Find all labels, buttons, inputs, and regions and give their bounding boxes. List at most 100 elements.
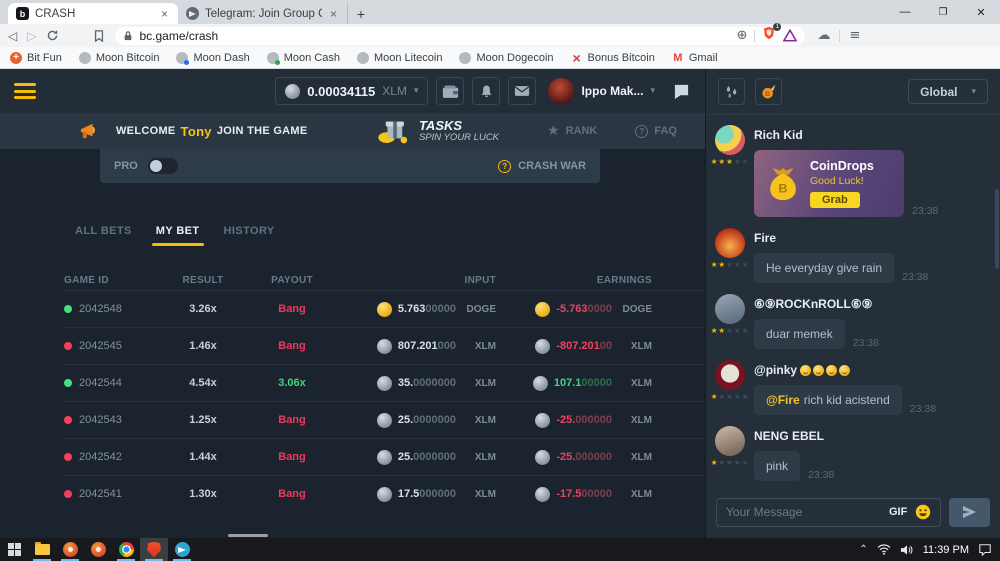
brave-shield-icon[interactable]: 1 — [762, 26, 776, 46]
rain-button[interactable] — [718, 78, 745, 105]
bet-tab[interactable]: HISTORY — [224, 225, 275, 246]
bookmark-item[interactable]: Moon Cash — [267, 52, 340, 64]
folder-icon — [35, 544, 50, 555]
bookmark-icon[interactable] — [93, 29, 105, 43]
chat-username[interactable]: Fire — [754, 231, 776, 245]
bookmarks-bar: Bit Fun Moon Bitcoin Moon Dash Moon Cash… — [0, 47, 1000, 69]
rank-link[interactable]: ★ RANK — [547, 123, 597, 139]
new-tab-button[interactable]: + — [348, 3, 374, 24]
tasks-link[interactable]: TASKS SPIN YOUR LUCK — [377, 117, 499, 145]
svg-text:B: B — [779, 181, 788, 195]
crash-war-link[interactable]: ? CRASH WAR — [498, 160, 586, 173]
status-dot — [64, 416, 72, 424]
coindrop-button[interactable]: B — [755, 78, 782, 105]
send-icon — [963, 506, 976, 518]
chat-username[interactable]: ⑥⑨ROCKnROLL⑥⑨ — [754, 297, 872, 311]
avatar[interactable] — [715, 125, 745, 155]
chat-username[interactable]: Rich Kid — [754, 128, 992, 142]
chat-scrollbar-thumb[interactable] — [995, 189, 999, 269]
close-button[interactable]: ✕ — [962, 0, 1000, 24]
profile-cloud-icon[interactable]: ☁ — [817, 28, 830, 43]
url-field[interactable]: bc.game/crash ⊕ 1 — [115, 27, 805, 45]
emoji-button[interactable] — [915, 504, 931, 520]
message-input[interactable] — [726, 505, 881, 519]
avatar[interactable] — [715, 426, 745, 456]
windows-taskbar: ⌃ 11:39 PM — [0, 538, 1000, 561]
bookmark-item[interactable]: Bit Fun — [10, 52, 62, 64]
bookmark-item[interactable]: Bonus Bitcoin — [571, 52, 655, 64]
rewards-triangle-icon[interactable] — [783, 29, 797, 42]
volume-icon[interactable] — [900, 544, 914, 556]
bookmark-item[interactable]: Gmail — [672, 52, 718, 64]
site-header: 0.00034115 XLM ▾ Ippo Mak... ▾ — [0, 69, 705, 113]
zoom-page-icon[interactable]: ⊕ — [737, 28, 748, 43]
taskbar-app-orange-2[interactable] — [84, 538, 112, 561]
tab-close-icon[interactable]: × — [328, 7, 339, 21]
bookmark-item[interactable]: Moon Dash — [176, 52, 249, 64]
earnings-currency: XLM — [612, 489, 652, 500]
wallet-button[interactable] — [436, 77, 464, 105]
message-input-box[interactable]: GIF — [716, 498, 941, 527]
notifications-button[interactable] — [472, 77, 500, 105]
balance-selector[interactable]: 0.00034115 XLM ▾ — [275, 77, 428, 105]
page-hscrollbar-thumb[interactable] — [228, 534, 268, 537]
bookmark-item[interactable]: Moon Bitcoin — [79, 52, 160, 64]
taskbar-file-explorer[interactable] — [28, 538, 56, 561]
hamburger-menu-icon[interactable] — [14, 83, 36, 99]
tab-telegram[interactable]: Telegram: Join Group Chat × — [178, 3, 348, 24]
taskbar-telegram[interactable] — [168, 538, 196, 561]
bookmark-item[interactable]: Moon Dogecoin — [459, 52, 553, 64]
send-button[interactable] — [949, 498, 990, 527]
start-button[interactable] — [0, 538, 28, 561]
chat-username[interactable]: @pinky — [754, 363, 797, 377]
svg-text:B: B — [765, 91, 770, 98]
coin-icon — [377, 339, 392, 354]
input-cell: 17.5000000 — [338, 487, 456, 502]
balance-amount: 0.00034115 — [307, 84, 375, 99]
forward-icon[interactable]: ▷ — [27, 29, 36, 43]
input-currency: XLM — [456, 452, 496, 463]
envelope-icon — [514, 85, 530, 97]
input-cell: 5.76300000 — [338, 302, 456, 317]
bookmark-item[interactable]: Moon Litecoin — [357, 52, 443, 64]
bet-tab[interactable]: MY BET — [156, 225, 200, 246]
user-menu[interactable]: Ippo Mak... ▾ — [548, 78, 655, 104]
taskbar-app-orange-1[interactable] — [56, 538, 84, 561]
avatar[interactable] — [715, 360, 745, 390]
chat-channel-selector[interactable]: Global ▾ — [908, 79, 988, 104]
game-content: PRO ? CRASH WAR ALL BETS M — [0, 149, 705, 538]
earnings-currency: XLM — [612, 452, 652, 463]
shield-badge: 1 — [773, 23, 781, 31]
wallet-icon — [442, 84, 459, 99]
tasks-title: TASKS — [419, 119, 499, 133]
reload-icon[interactable] — [46, 29, 59, 42]
coin-icon — [377, 376, 392, 391]
bet-tab[interactable]: ALL BETS — [75, 225, 132, 246]
messages-button[interactable] — [508, 77, 536, 105]
maximize-button[interactable]: ❐ — [924, 0, 962, 24]
wifi-icon[interactable] — [877, 544, 891, 555]
pro-toggle[interactable] — [148, 158, 178, 174]
faq-link[interactable]: ? FAQ — [635, 125, 677, 138]
taskbar-clock[interactable]: 11:39 PM — [923, 544, 969, 556]
avatar[interactable] — [715, 294, 745, 324]
tray-expand-icon[interactable]: ⌃ — [859, 544, 867, 555]
back-icon[interactable]: ◁ — [8, 29, 17, 43]
avatar[interactable] — [715, 228, 745, 258]
chat-toggle-button[interactable] — [667, 77, 695, 105]
browser-menu-icon[interactable]: ≡ — [849, 28, 860, 43]
gif-button[interactable]: GIF — [889, 506, 907, 518]
mention[interactable]: @Fire — [766, 393, 800, 407]
taskbar-brave[interactable] — [140, 538, 168, 561]
minimize-button[interactable]: — — [886, 0, 924, 24]
taskbar-chrome[interactable] — [112, 538, 140, 561]
action-center-icon[interactable] — [978, 543, 992, 556]
payout-cell: Bang — [246, 451, 338, 463]
grab-button[interactable]: Grab — [810, 192, 860, 208]
chat-username[interactable]: NENG EBEL — [754, 429, 824, 443]
address-bar: ◁ ▷ bc.game/crash ⊕ 1 ☁ ≡ — [0, 24, 1000, 47]
tab-crash[interactable]: b CRASH × — [8, 3, 178, 24]
message-time: 23:38 — [912, 205, 938, 217]
tab-close-icon[interactable]: × — [159, 7, 170, 21]
chevron-down-icon: ▾ — [414, 86, 419, 96]
